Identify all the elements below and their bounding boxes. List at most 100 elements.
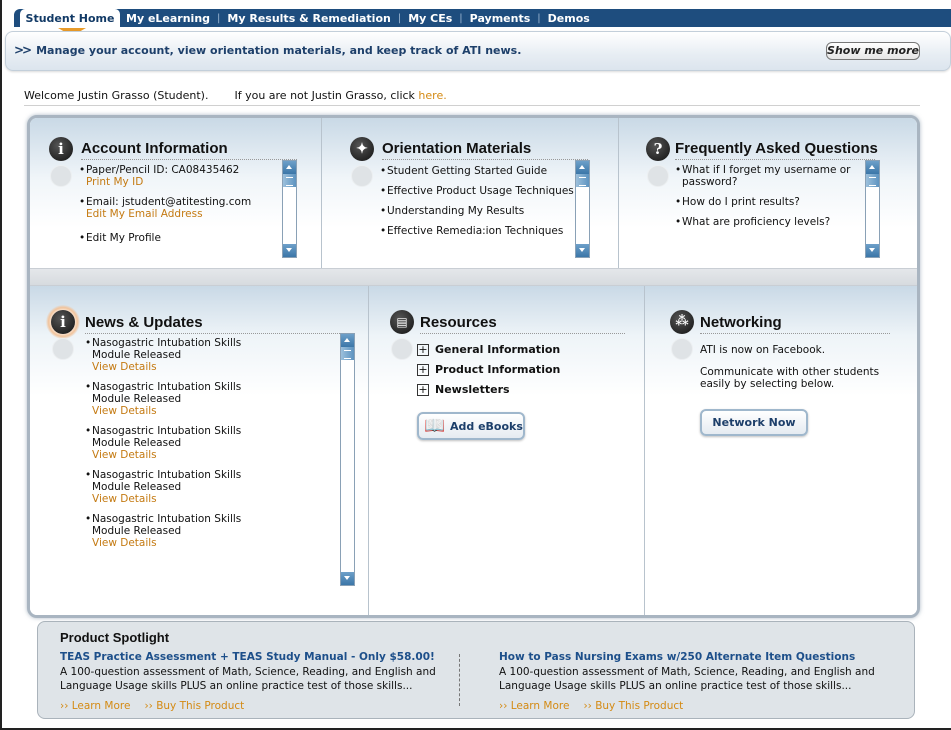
product-title-link[interactable]: TEAS Practice Assessment + TEAS Study Ma… (60, 650, 445, 664)
title-underline (700, 333, 890, 334)
title-underline (85, 333, 340, 334)
view-details-link[interactable]: View Details (92, 361, 252, 373)
list-item[interactable]: • Effective Product Usage Techniques (380, 185, 575, 197)
list-item[interactable]: • What are proficiency levels? (675, 216, 865, 228)
faq-link[interactable]: How do I print results? (682, 196, 800, 208)
tab-my-elearning[interactable]: My eLearning (126, 12, 210, 25)
list-item[interactable]: • Effective Remedia:ion Techniques (380, 225, 575, 237)
scroll-thumb[interactable] (866, 174, 879, 187)
question-icon: ? (646, 137, 670, 161)
product-spotlight: Product Spotlight TEAS Practice Assessme… (37, 621, 915, 719)
title-underline (382, 159, 588, 160)
view-details-link[interactable]: View Details (92, 449, 252, 461)
book-icon: 📖 (424, 416, 446, 436)
top-navigation: Student Home My eLearning | My Results &… (0, 0, 951, 74)
scroll-down-icon[interactable] (283, 244, 296, 257)
tab-my-ces[interactable]: My CEs (408, 12, 452, 25)
list-item[interactable]: • What if I forget my username or passwor… (675, 164, 865, 188)
product-links: ›› Learn More ›› Buy This Product (499, 699, 884, 713)
product-description: A 100-question assessment of Math, Scien… (499, 666, 875, 692)
news-scrollbar[interactable] (340, 333, 355, 586)
orientation-link[interactable]: Effective Remedia:ion Techniques (387, 225, 563, 237)
orientation-scrollbar[interactable] (575, 160, 590, 258)
product-links: ›› Learn More ›› Buy This Product (60, 699, 445, 713)
info-ghost-icon (50, 165, 72, 187)
list-item[interactable]: • How do I print results? (675, 196, 865, 208)
list-item: • Nasogastric Intubation Skills Module Re… (85, 469, 335, 505)
nav-separator: | (459, 12, 463, 24)
list-item: • Paper/Pencil ID: CA08435462 Print My ID (79, 164, 240, 188)
list-item[interactable]: • Understanding My Results (380, 205, 575, 217)
resource-label[interactable]: Newsletters (435, 383, 510, 396)
tab-student-home[interactable]: Student Home (20, 9, 120, 29)
compass-icon: ✦ (350, 137, 374, 161)
document-icon: ▤ (390, 310, 414, 334)
orientation-link[interactable]: Student Getting Started Guide (387, 165, 547, 177)
scroll-thumb[interactable] (283, 174, 296, 187)
scroll-up-icon[interactable] (866, 161, 879, 174)
learn-more-link[interactable]: ›› Learn More (499, 700, 569, 712)
column-divider (368, 286, 369, 615)
add-ebooks-label[interactable]: Add eBooks (450, 420, 523, 433)
tab-my-results-remediation[interactable]: My Results & Remediation (227, 12, 390, 25)
news-headline: Nasogastric Intubation Skills Module Rel… (92, 337, 242, 361)
resource-label[interactable]: General Information (435, 343, 560, 356)
news-headline: Nasogastric Intubation Skills Module Rel… (92, 381, 242, 405)
buy-product-link[interactable]: ›› Buy This Product (144, 700, 244, 712)
list-item: • Nasogastric Intubation Skills Module Re… (85, 513, 335, 549)
scroll-thumb[interactable] (576, 174, 589, 187)
networking-title: Networking (700, 314, 782, 331)
faq-scrollbar[interactable] (865, 160, 880, 258)
tab-demos[interactable]: Demos (548, 12, 590, 25)
product-title-link[interactable]: How to Pass Nursing Exams w/250 Alternat… (499, 650, 884, 664)
edit-profile-link[interactable]: Edit My Profile (86, 232, 161, 244)
learn-more-link[interactable]: ›› Learn More (60, 700, 130, 712)
spotlight-title: Product Spotlight (60, 630, 170, 645)
scroll-down-icon[interactable] (341, 572, 354, 585)
general-information-item[interactable]: + General Information (417, 343, 560, 356)
product-information-item[interactable]: + Product Information (417, 363, 560, 376)
add-ebooks-button[interactable]: 📖 Add eBooks (417, 412, 525, 440)
orientation-link[interactable]: Effective Product Usage Techniques (387, 185, 574, 197)
news-headline: Nasogastric Intubation Skills Module Rel… (92, 425, 242, 449)
email-address: Email: jstudent@atitesting.com (86, 196, 252, 208)
view-details-link[interactable]: View Details (92, 405, 252, 417)
buy-product-link[interactable]: ›› Buy This Product (583, 700, 683, 712)
faq-link[interactable]: What if I forget my username or password… (682, 164, 865, 188)
tab-payments[interactable]: Payments (470, 12, 531, 25)
scroll-thumb[interactable] (341, 347, 354, 360)
question-ghost-icon (647, 165, 669, 187)
account-scrollbar[interactable] (282, 160, 297, 258)
edit-email-link[interactable]: Edit My Email Address (86, 208, 251, 220)
faq-link[interactable]: What are proficiency levels? (682, 216, 830, 228)
networking-text: ATI is now on Facebook. Communicate with… (700, 344, 890, 390)
not-user-link[interactable]: here. (418, 89, 446, 102)
view-details-link[interactable]: View Details (92, 493, 252, 505)
scroll-down-icon[interactable] (866, 244, 879, 257)
expand-plus-icon[interactable]: + (417, 343, 429, 356)
scroll-down-icon[interactable] (576, 244, 589, 257)
list-item[interactable]: • Student Getting Started Guide (380, 165, 575, 177)
show-me-more-button[interactable]: Show me more (826, 42, 920, 60)
scroll-up-icon[interactable] (283, 161, 296, 174)
double-chevron-icon: >> (14, 43, 32, 57)
nav-separator: | (537, 12, 541, 24)
scroll-up-icon[interactable] (341, 334, 354, 347)
nav-tabs: My eLearning | My Results & Remediation … (126, 9, 590, 27)
newsletters-item[interactable]: + Newsletters (417, 383, 510, 396)
network-now-button[interactable]: Network Now (700, 409, 808, 436)
orientation-link[interactable]: Understanding My Results (387, 205, 524, 217)
column-divider (618, 118, 619, 268)
expand-plus-icon[interactable]: + (417, 363, 429, 376)
expand-plus-icon[interactable]: + (417, 383, 429, 396)
info-icon: i (49, 137, 73, 161)
view-details-link[interactable]: View Details (92, 537, 252, 549)
resource-label[interactable]: Product Information (435, 363, 560, 376)
scroll-up-icon[interactable] (576, 161, 589, 174)
print-my-id-link[interactable]: Print My ID (86, 176, 239, 188)
facebook-notice: ATI is now on Facebook. (700, 344, 826, 356)
info-bar-message: Manage your account, view orientation ma… (36, 44, 522, 57)
account-list: • Paper/Pencil ID: CA08435462 Print My ID … (79, 164, 279, 252)
title-underline (81, 159, 297, 160)
divider (24, 105, 920, 106)
